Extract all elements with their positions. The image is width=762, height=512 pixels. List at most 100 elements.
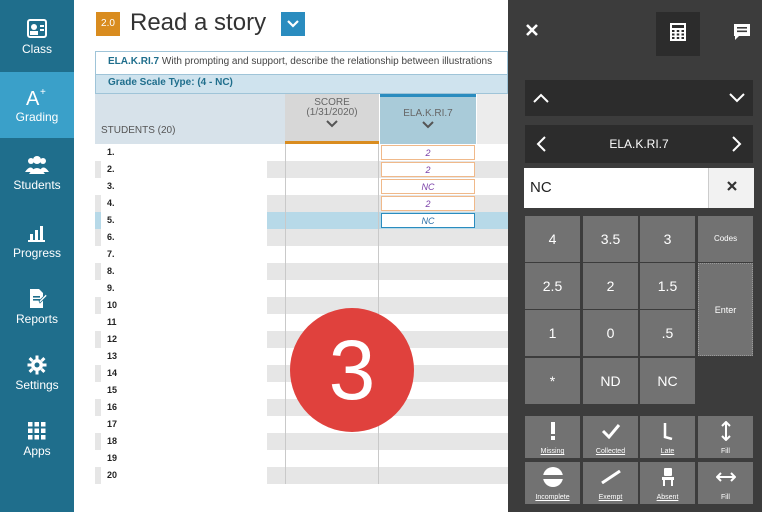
late-button[interactable]: Late (640, 416, 695, 458)
student-name-cell[interactable] (101, 246, 267, 263)
student-name-cell[interactable] (101, 450, 267, 467)
tab-keypad[interactable] (656, 12, 700, 56)
nav-item-apps[interactable]: Apps (0, 406, 74, 472)
table-row[interactable]: 1. 2 (95, 144, 508, 161)
student-name-cell[interactable] (101, 161, 267, 178)
score-cell[interactable] (285, 212, 379, 229)
student-name-cell[interactable] (101, 416, 267, 433)
standard-grade-cell[interactable] (381, 298, 475, 313)
student-name-cell[interactable] (101, 229, 267, 246)
codes-button[interactable]: Codes (698, 216, 753, 262)
student-name-cell[interactable] (101, 297, 267, 314)
score-cell[interactable] (285, 144, 379, 161)
collected-button[interactable]: Collected (583, 416, 638, 458)
student-name-cell[interactable] (101, 263, 267, 280)
nav-item-grading[interactable]: A + Grading (0, 72, 74, 138)
score-cell[interactable] (285, 246, 379, 263)
student-name-cell[interactable] (101, 331, 267, 348)
table-row[interactable]: 17 (95, 416, 508, 433)
score-cell[interactable] (285, 263, 379, 280)
nav-item-reports[interactable]: Reports (0, 274, 74, 340)
next-student-button[interactable] (727, 88, 747, 108)
fill-horizontal-button[interactable]: Fill (698, 462, 753, 504)
previous-student-button[interactable] (531, 88, 551, 108)
student-name-cell[interactable] (101, 314, 267, 331)
key-2[interactable]: 2 (583, 263, 638, 309)
standard-grade-cell[interactable]: 2 (381, 196, 475, 211)
table-row[interactable]: 8. (95, 263, 508, 280)
nav-item-progress[interactable]: Progress (0, 208, 74, 274)
table-row[interactable]: 7. (95, 246, 508, 263)
close-panel-button[interactable] (522, 22, 542, 42)
table-row[interactable]: 9. (95, 280, 508, 297)
key-2-5[interactable]: 2.5 (525, 263, 580, 309)
key-nd[interactable]: ND (583, 358, 638, 404)
student-name-cell[interactable] (101, 212, 267, 229)
enter-button[interactable]: Enter (698, 263, 753, 356)
student-name-cell[interactable] (101, 433, 267, 450)
score-cell[interactable] (285, 433, 379, 450)
clear-input-button[interactable] (708, 168, 754, 208)
table-row[interactable]: 6. (95, 229, 508, 246)
missing-button[interactable]: Missing (525, 416, 580, 458)
table-row[interactable]: 5. NC (95, 212, 508, 229)
student-name-cell[interactable] (101, 467, 267, 484)
key-1-5[interactable]: 1.5 (640, 263, 695, 309)
tab-comments[interactable] (720, 12, 762, 56)
key-0-5[interactable]: .5 (640, 310, 695, 356)
key-asterisk[interactable]: * (525, 358, 580, 404)
score-cell[interactable] (285, 450, 379, 467)
standard-grade-cell[interactable]: NC (381, 179, 475, 194)
standard-grade-cell[interactable]: NC (381, 213, 475, 228)
score-cell[interactable] (285, 195, 379, 212)
absent-button[interactable]: Absent (640, 462, 695, 504)
incomplete-button[interactable]: Incomplete (525, 462, 580, 504)
score-cell[interactable] (285, 467, 379, 484)
students-column-header[interactable]: STUDENTS (20) (95, 94, 285, 144)
grade-input-field[interactable]: NC (524, 168, 754, 208)
exempt-button[interactable]: Exempt (583, 462, 638, 504)
standard-grade-cell[interactable] (381, 468, 475, 483)
student-name-cell[interactable] (101, 382, 267, 399)
score-cell[interactable] (285, 178, 379, 195)
score-column-header[interactable]: SCORE (1/31/2020) (285, 94, 379, 144)
nav-item-settings[interactable]: Settings (0, 340, 74, 406)
score-cell[interactable] (285, 280, 379, 297)
key-1[interactable]: 1 (525, 310, 580, 356)
student-name-cell[interactable] (101, 348, 267, 365)
student-name-cell[interactable] (101, 399, 267, 416)
table-row[interactable]: 10 (95, 297, 508, 314)
table-row[interactable]: 4. 2 (95, 195, 508, 212)
standard-grade-cell[interactable] (381, 247, 475, 262)
standard-grade-cell[interactable] (381, 417, 475, 432)
key-nc[interactable]: NC (640, 358, 695, 404)
score-cell[interactable] (285, 161, 379, 178)
nav-item-students[interactable]: Students (0, 140, 74, 206)
nav-item-class[interactable]: Class (0, 4, 74, 70)
table-row[interactable]: 20 (95, 467, 508, 484)
standard-grade-cell[interactable] (381, 451, 475, 466)
student-name-cell[interactable] (101, 280, 267, 297)
standard-grade-cell[interactable] (381, 264, 475, 279)
student-name-cell[interactable] (101, 144, 267, 161)
table-row[interactable]: 3. NC (95, 178, 508, 195)
grade-input-value[interactable]: NC (530, 179, 552, 196)
key-0[interactable]: 0 (583, 310, 638, 356)
key-3[interactable]: 3 (640, 216, 695, 262)
standard-grade-cell[interactable] (381, 230, 475, 245)
standard-grade-cell[interactable] (381, 281, 475, 296)
key-4[interactable]: 4 (525, 216, 580, 262)
key-3-5[interactable]: 3.5 (583, 216, 638, 262)
student-name-cell[interactable] (101, 178, 267, 195)
standard-grade-cell[interactable] (381, 434, 475, 449)
standard-column-header[interactable]: ELA.K.RI.7 (380, 94, 476, 144)
standard-grade-cell[interactable]: 2 (381, 162, 475, 177)
fill-vertical-button[interactable]: Fill (698, 416, 753, 458)
next-standard-button[interactable] (727, 134, 747, 154)
student-name-cell[interactable] (101, 365, 267, 382)
standard-grade-cell[interactable]: 2 (381, 145, 475, 160)
score-cell[interactable] (285, 229, 379, 246)
table-row[interactable]: 11 (95, 314, 508, 331)
title-dropdown-button[interactable] (281, 12, 305, 36)
table-row[interactable]: 2. 2 (95, 161, 508, 178)
